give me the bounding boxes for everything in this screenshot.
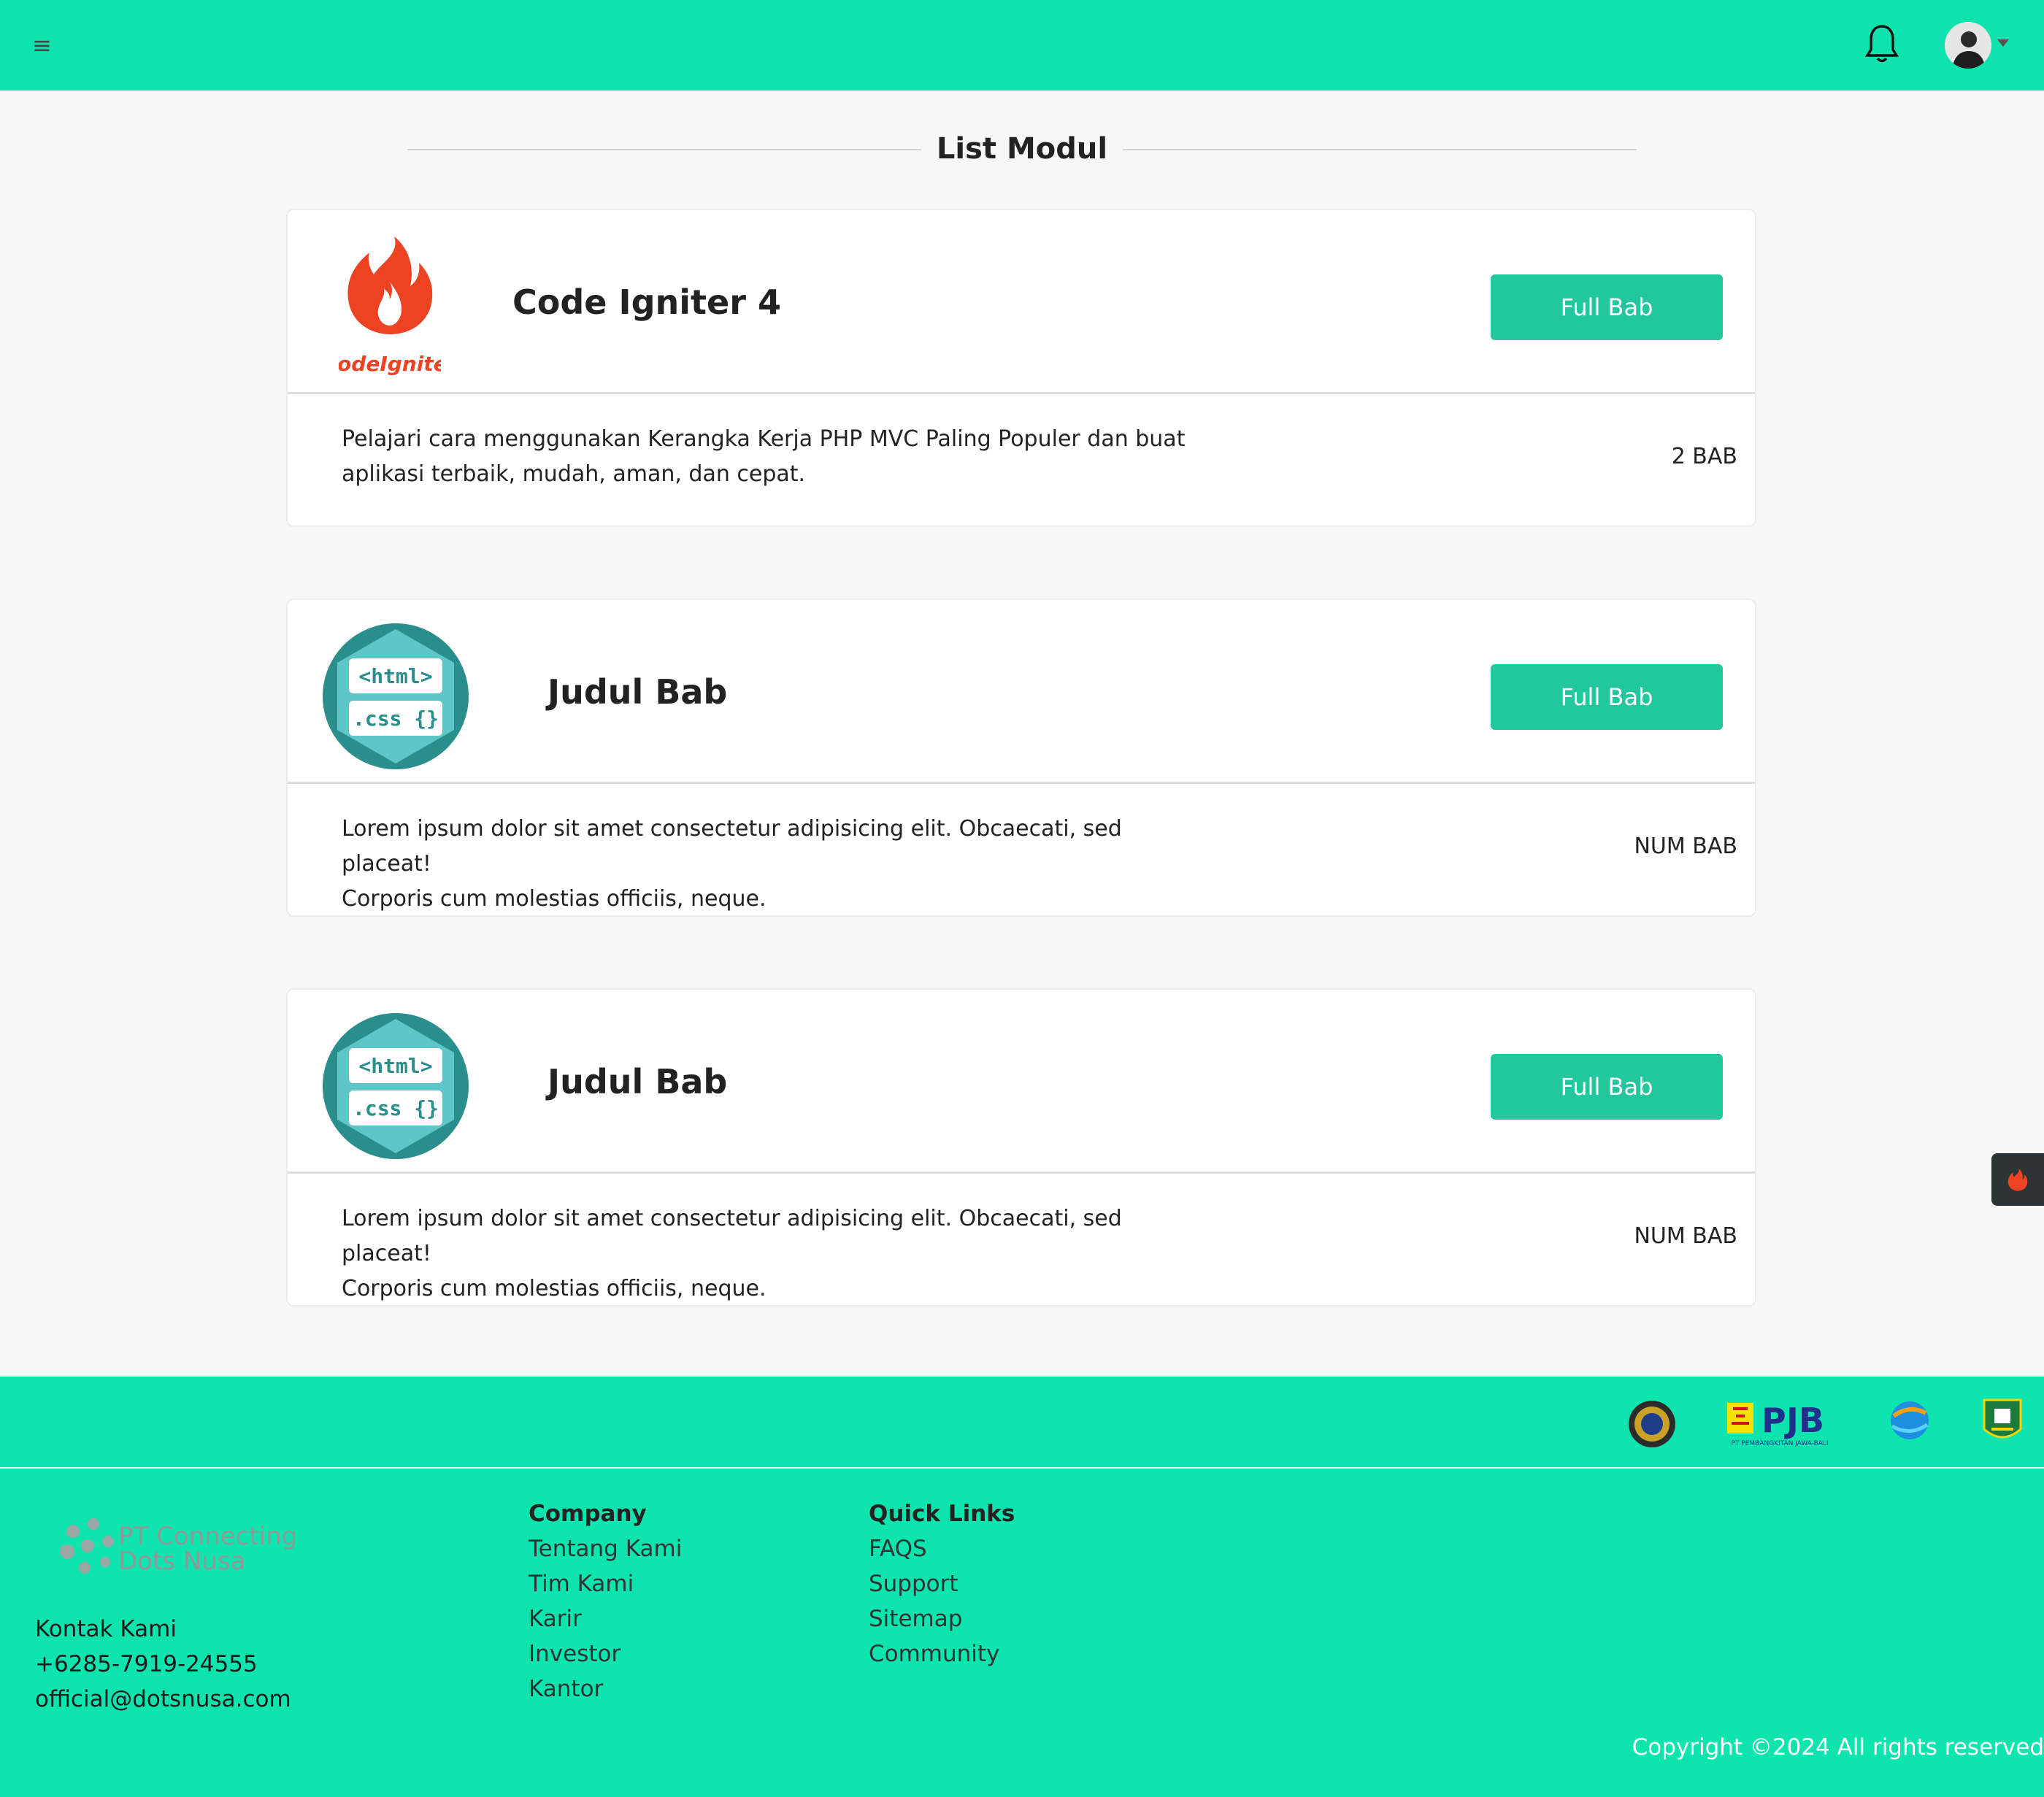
module-description: Lorem ipsum dolor sit amet consectetur a…: [342, 1201, 1218, 1307]
html-label: <html>: [358, 664, 432, 688]
description-line: Lorem ipsum dolor sit amet consectetur a…: [342, 816, 1122, 877]
chapter-count: 2 BAB: [1671, 444, 1737, 469]
module-title: Code Igniter 4: [512, 282, 781, 322]
full-bab-button[interactable]: Full Bab: [1491, 1054, 1723, 1120]
footer-link-faqs[interactable]: FAQS: [869, 1531, 1015, 1566]
company-logo: PT Connecting Dots Nusa: [60, 1518, 297, 1576]
description-line: Pelajari cara menggunakan Kerangka Kerja…: [342, 426, 1186, 452]
partner-logos: PJB PT PEMBANGKITAN JAWA-BALI: [0, 1377, 2044, 1469]
pjb-wordmark: PJB: [1761, 1401, 1824, 1440]
description-line: Corporis cum molestias officiis, neque.: [342, 886, 766, 912]
description-line: Lorem ipsum dolor sit amet consectetur a…: [342, 1206, 1122, 1266]
footer-company-column: Company Tentang Kami Tim Kami Karir Inve…: [529, 1496, 682, 1706]
title-row: List Modul: [407, 126, 1637, 172]
css-label: .css {}: [353, 707, 439, 731]
pjb-subtext: PT PEMBANGKITAN JAWA-BALI: [1731, 1440, 1828, 1447]
footer-quick-links-heading: Quick Links: [869, 1501, 1015, 1527]
footer-link-tentang-kami[interactable]: Tentang Kami: [529, 1531, 682, 1566]
footer-link-community[interactable]: Community: [869, 1636, 1015, 1671]
description-line: Corporis cum molestias officiis, neque.: [342, 1276, 766, 1301]
module-card-header: <html> .css {} Judul Bab Full Bab: [288, 600, 1755, 784]
footer-link-sitemap[interactable]: Sitemap: [869, 1601, 1015, 1636]
footer-quick-links-column: Quick Links FAQS Support Sitemap Communi…: [869, 1496, 1015, 1671]
description-line: aplikasi terbaik, mudah, aman, dan cepat…: [342, 461, 806, 487]
pjb-logo-icon: PJB PT PEMBANGKITAN JAWA-BALI: [1727, 1401, 1829, 1447]
page-title: List Modul: [936, 132, 1108, 166]
title-divider-right: [1123, 149, 1637, 150]
flame-icon: [2008, 1168, 2028, 1191]
html-css-logo-icon: <html> .css {}: [323, 623, 469, 769]
module-description: Lorem ipsum dolor sit amet consectetur a…: [342, 812, 1218, 917]
html-label: <html>: [358, 1054, 432, 1078]
chapter-count: NUM BAB: [1634, 834, 1737, 859]
module-title: Judul Bab: [548, 1062, 728, 1101]
module-card: <html> .css {} Judul Bab Full Bab Lorem …: [286, 599, 1756, 917]
css-label: .css {}: [353, 1096, 439, 1120]
university-seal-icon: [1629, 1401, 1675, 1447]
footer-company-heading: Company: [529, 1501, 647, 1527]
html-css-logo-icon: <html> .css {}: [323, 1013, 469, 1159]
contact-info: Kontak Kami +6285-7919-24555 official@do…: [35, 1612, 291, 1717]
avatar[interactable]: [1945, 22, 1991, 69]
contact-phone[interactable]: +6285-7919-24555: [35, 1647, 291, 1682]
hamburger-menu-icon[interactable]: ≡: [32, 32, 52, 58]
contact-email[interactable]: official@dotsnusa.com: [35, 1682, 291, 1717]
codeigniter-wordmark: CodeIgniter: [339, 352, 441, 376]
module-description: Pelajari cara menggunakan Kerangka Kerja…: [342, 422, 1218, 492]
footer-link-karir[interactable]: Karir: [529, 1601, 682, 1636]
chevron-down-icon[interactable]: [1997, 39, 2009, 47]
globe-logo-icon: [1891, 1401, 1929, 1439]
module-card: <html> .css {} Judul Bab Full Bab Lorem …: [286, 988, 1756, 1307]
regional-emblem-icon: [1983, 1398, 2022, 1439]
copyright-text: Copyright ©2024 All rights reserved: [1632, 1734, 2044, 1761]
footer-link-tim-kami[interactable]: Tim Kami: [529, 1566, 682, 1601]
footer-link-investor[interactable]: Investor: [529, 1636, 682, 1671]
full-bab-button[interactable]: Full Bab: [1491, 664, 1723, 730]
title-divider-left: [407, 149, 921, 150]
contact-title: Kontak Kami: [35, 1616, 177, 1642]
module-title: Judul Bab: [548, 672, 728, 712]
footer: PJB PT PEMBANGKITAN JAWA-BALI PT Connect…: [0, 1377, 2044, 1797]
top-navbar: ≡: [0, 0, 2044, 91]
bell-icon[interactable]: [1864, 23, 1899, 64]
codeigniter-debug-toggle[interactable]: [1991, 1153, 2044, 1206]
module-card-header: <html> .css {} Judul Bab Full Bab: [288, 990, 1755, 1174]
codeigniter-logo-icon: CodeIgniter: [339, 236, 441, 376]
company-logo-line2: Dots Nusa: [118, 1547, 245, 1576]
full-bab-button[interactable]: Full Bab: [1491, 274, 1723, 340]
footer-link-support[interactable]: Support: [869, 1566, 1015, 1601]
module-card-header: CodeIgniter Code Igniter 4 Full Bab: [288, 210, 1755, 394]
footer-link-kantor[interactable]: Kantor: [529, 1671, 682, 1706]
chapter-count: NUM BAB: [1634, 1223, 1737, 1249]
user-menu[interactable]: [1945, 22, 2010, 69]
module-card: CodeIgniter Code Igniter 4 Full Bab Pela…: [286, 209, 1756, 527]
